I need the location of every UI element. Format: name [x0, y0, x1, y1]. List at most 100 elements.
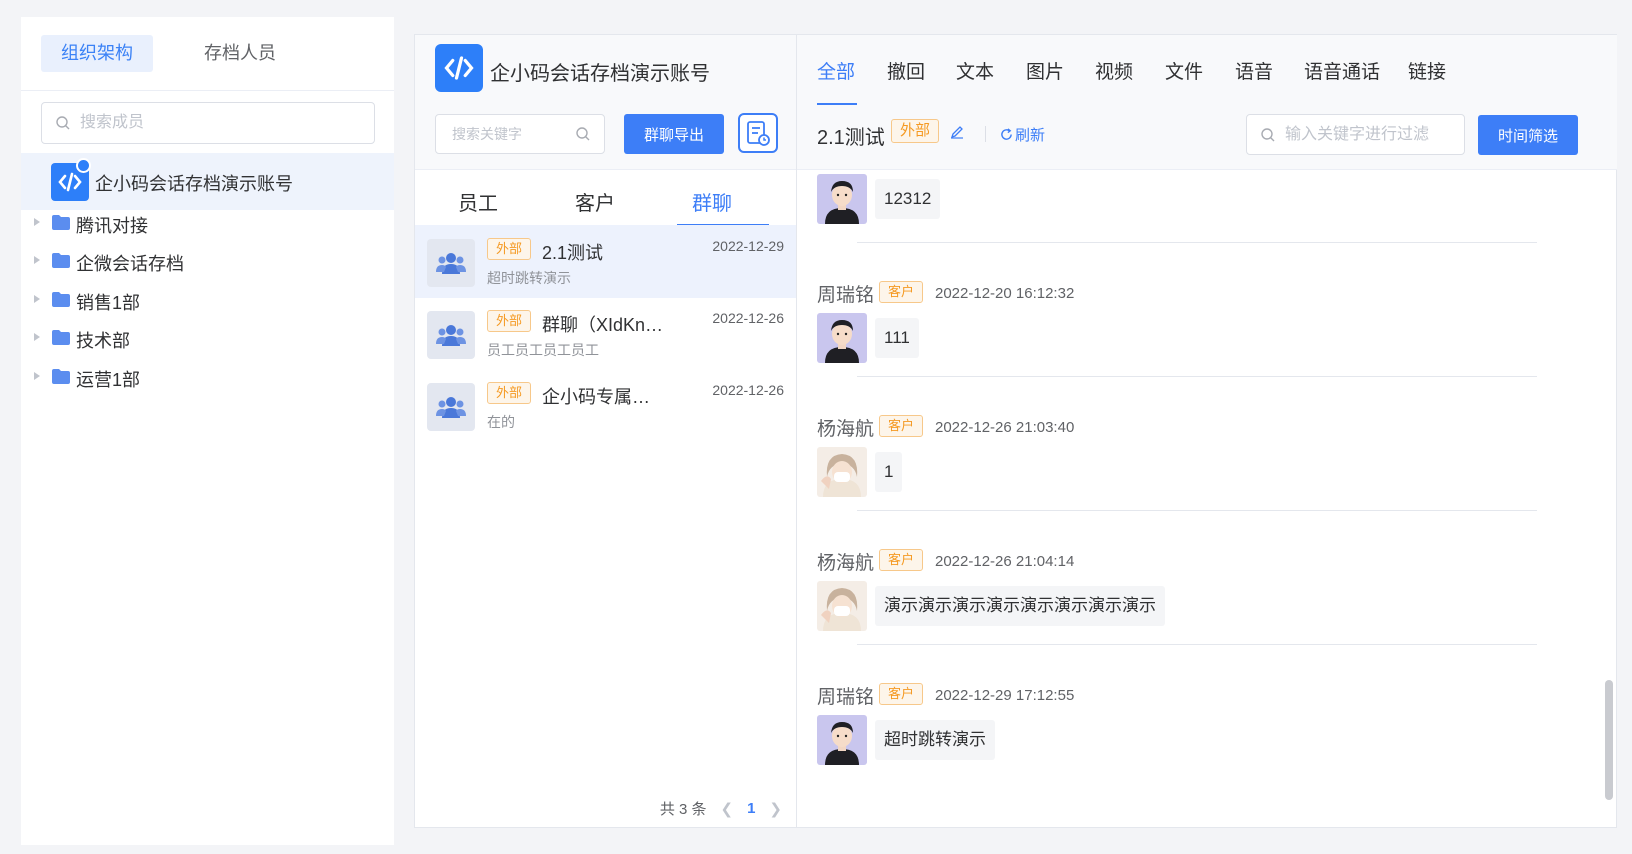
avatar	[817, 313, 867, 363]
sender-name: 周瑞铭	[817, 285, 875, 306]
tree-item-label: 销售1部	[76, 293, 141, 313]
member-search-input[interactable]	[80, 103, 360, 143]
tree-item-dept[interactable]: 腾讯对接	[21, 203, 394, 243]
divider	[985, 126, 986, 142]
message-divider	[857, 510, 1537, 511]
keyword-search-input[interactable]	[452, 115, 572, 153]
message-bubble: 演示演示演示演示演示演示演示演示	[875, 586, 1165, 626]
folder-icon	[52, 369, 70, 384]
pagination: 共 3 条 ❮ 1 ❯	[660, 798, 782, 819]
tree-item-dept[interactable]: 销售1部	[21, 280, 394, 320]
group-date: 2022-12-29	[712, 238, 784, 254]
message-bubble: 超时跳转演示	[875, 720, 995, 760]
group-list-item[interactable]: 外部 群聊（XIdKnA） 2022-12-26 员工员工员工员工	[415, 297, 796, 370]
tab-customer[interactable]: 客户	[575, 187, 615, 216]
group-name: 2.1测试	[542, 243, 604, 263]
external-tag: 外部	[487, 310, 532, 332]
group-date: 2022-12-26	[712, 310, 784, 326]
folder-icon	[52, 330, 70, 345]
tree-item-dept[interactable]: 技术部	[21, 318, 394, 358]
message-bubble: 1	[875, 452, 903, 492]
chevron-left-icon[interactable]: ❮	[721, 800, 734, 818]
filter-tab-link[interactable]: 链接	[1408, 57, 1446, 84]
group-icon	[427, 383, 475, 431]
expand-arrow-icon[interactable]	[34, 372, 40, 380]
chevron-right-icon[interactable]: ❯	[769, 800, 782, 818]
time-filter-button[interactable]: 时间筛选	[1478, 115, 1578, 155]
sender-name: 杨海航	[817, 419, 875, 440]
refresh-button[interactable]: 刷新	[1000, 124, 1045, 145]
group-export-button[interactable]: 群聊导出	[624, 114, 724, 154]
export-history-button[interactable]	[738, 113, 778, 153]
member-search[interactable]	[41, 102, 375, 144]
customer-tag: 客户	[879, 683, 924, 705]
expand-arrow-icon[interactable]	[34, 256, 40, 264]
customer-tag: 客户	[879, 549, 924, 571]
tab-archive-members[interactable]: 存档人员	[184, 35, 296, 72]
message-list[interactable]: 12312 周瑞铭 客户 2022-12-20 16:12:32 111 杨海航…	[797, 170, 1617, 828]
message-filter-search[interactable]	[1246, 114, 1465, 155]
pencil-icon[interactable]	[950, 125, 964, 139]
conversation-list-header: 企小码会话存档演示账号 群聊导出	[415, 35, 796, 170]
keyword-search[interactable]	[435, 114, 605, 154]
avatar	[817, 174, 867, 224]
customer-tag: 客户	[879, 415, 924, 437]
filter-tab-recall[interactable]: 撤回	[887, 57, 925, 84]
group-date: 2022-12-26	[712, 382, 784, 398]
pagination-total: 共 3 条	[659, 801, 707, 818]
message-time: 2022-12-26 21:04:14	[935, 553, 1075, 570]
group-last-message: 超时跳转演示	[487, 270, 571, 286]
logo-icon	[435, 44, 483, 92]
active-filter-indicator	[817, 103, 857, 105]
expand-arrow-icon[interactable]	[34, 218, 40, 226]
tree-item-dept[interactable]: 运营1部	[21, 357, 394, 397]
filter-tab-video[interactable]: 视频	[1095, 57, 1133, 84]
scrollbar[interactable]	[1605, 680, 1613, 800]
group-icon	[427, 239, 475, 287]
chat-header: 全部 撤回 文本 图片 视频 文件 语音 语音通话 链接 2.1测试 外部 刷新…	[797, 35, 1617, 170]
filter-tab-text[interactable]: 文本	[956, 57, 994, 84]
tree-item-label: 企微会话存档	[76, 254, 184, 274]
tree-item-label: 运营1部	[76, 370, 141, 390]
message-time: 2022-12-29 17:12:55	[935, 687, 1075, 704]
sender-name: 杨海航	[817, 553, 875, 574]
message-divider	[857, 242, 1537, 243]
message-filter-input[interactable]	[1285, 115, 1455, 154]
group-last-message: 员工员工员工员工	[487, 342, 599, 358]
tree-item-dept[interactable]: 企微会话存档	[21, 241, 394, 281]
filter-tab-voice[interactable]: 语音	[1235, 57, 1273, 84]
export-history-icon	[747, 121, 770, 146]
group-name: 群聊（XIdKnA）	[542, 315, 666, 335]
search-icon	[1261, 128, 1275, 142]
message-bubble: 12312	[875, 179, 941, 219]
external-tag: 外部	[487, 238, 532, 260]
account-node[interactable]: 企小码会话存档演示账号	[21, 153, 394, 210]
external-tag: 外部	[487, 382, 532, 404]
avatar	[817, 581, 867, 631]
group-name: 企小码专属外…	[542, 387, 666, 407]
filter-tab-image[interactable]: 图片	[1026, 57, 1064, 84]
tab-group-chat[interactable]: 群聊	[692, 187, 732, 216]
page-number[interactable]: 1	[747, 800, 755, 817]
group-list-item[interactable]: 外部 企小码专属外… 2022-12-26 在的	[415, 369, 796, 442]
conversation-type-tabs: 员工 客户 群聊	[415, 170, 796, 228]
group-list-item[interactable]: 外部 2.1测试 2022-12-29 超时跳转演示	[415, 225, 796, 298]
filter-tab-voice-call[interactable]: 语音通话	[1304, 57, 1380, 84]
search-icon[interactable]	[576, 127, 590, 141]
message-time: 2022-12-20 16:12:32	[935, 285, 1075, 302]
avatar	[817, 447, 867, 497]
expand-arrow-icon[interactable]	[34, 333, 40, 341]
expand-arrow-icon[interactable]	[34, 295, 40, 303]
tab-org-structure[interactable]: 组织架构	[41, 35, 153, 72]
message-divider	[857, 376, 1537, 377]
filter-tab-file[interactable]: 文件	[1165, 57, 1203, 84]
group-icon	[427, 311, 475, 359]
account-title: 企小码会话存档演示账号	[490, 63, 710, 85]
folder-icon	[52, 292, 70, 307]
group-last-message: 在的	[487, 414, 515, 430]
tab-employee[interactable]: 员工	[458, 187, 498, 216]
folder-icon	[52, 253, 70, 268]
external-tag: 外部	[891, 119, 940, 143]
verified-badge-icon	[76, 158, 91, 173]
filter-tab-all[interactable]: 全部	[817, 57, 855, 84]
